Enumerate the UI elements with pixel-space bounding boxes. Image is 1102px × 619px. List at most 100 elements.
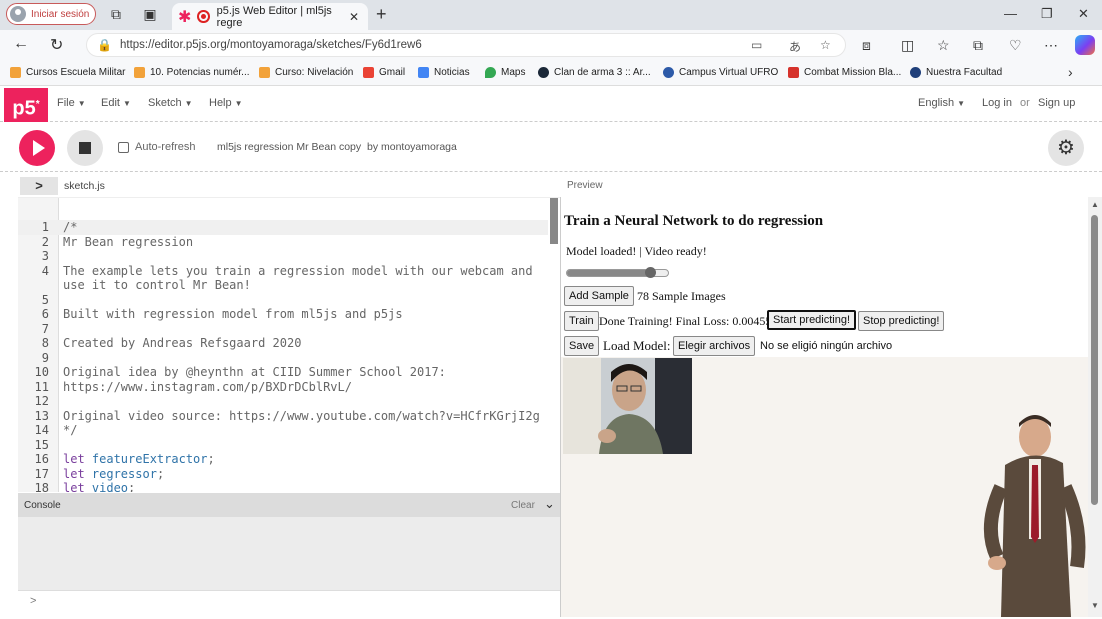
menu-sketch[interactable]: Sketch ▼ — [148, 97, 193, 109]
file-tab-sketch-js[interactable]: sketch.js — [64, 180, 105, 192]
chevron-down-icon[interactable]: ⌄ — [544, 496, 555, 512]
code-line[interactable]: 2 Mr Bean regression — [18, 235, 548, 250]
console-input[interactable]: > — [18, 590, 560, 612]
code-line[interactable]: 6 Built with regression model from ml5js … — [18, 307, 548, 322]
url-field[interactable]: 🔒 https://editor.p5js.org/montoyamoraga/… — [86, 33, 846, 57]
copilot-icon[interactable] — [1075, 35, 1095, 55]
scroll-up-icon[interactable]: ▲ — [1091, 200, 1099, 209]
sketch-author: by montoyamoraga — [366, 141, 457, 153]
bookmark-item[interactable]: Maps — [485, 67, 525, 78]
preview-scrollbar[interactable]: ▲ ▼ — [1088, 197, 1102, 617]
camera-icon[interactable]: ▭ — [751, 38, 762, 52]
avatar-icon — [10, 6, 26, 22]
code-line[interactable]: 3 — [18, 249, 548, 264]
tab-actions-icon[interactable]: ▣ — [142, 6, 158, 22]
menu-file[interactable]: File ▼ — [57, 97, 86, 109]
train-button[interactable]: Train — [564, 311, 599, 331]
code-line[interactable]: 1 /* — [18, 220, 548, 235]
caret-down-icon: ▼ — [957, 99, 965, 108]
code-line[interactable]: 13 Original video source: https://www.you… — [18, 409, 548, 424]
profile-button[interactable]: Iniciar sesión — [6, 3, 96, 25]
menu-help[interactable]: Help ▼ — [209, 97, 243, 109]
expand-sidebar-button[interactable]: > — [20, 177, 58, 195]
code-text: Mr Bean regression — [63, 234, 194, 249]
console-clear-button[interactable]: Clear — [511, 500, 535, 511]
bookmark-item[interactable]: Clan de arma 3 :: Ar... — [538, 67, 651, 78]
code-line[interactable]: 8 Created by Andreas Refsgaard 2020 — [18, 336, 548, 351]
code-line[interactable]: 4 The example lets you train a regression… — [18, 264, 548, 279]
code-text: */ — [63, 423, 78, 437]
code-line[interactable]: 9 — [18, 351, 548, 366]
scrollbar-thumb[interactable] — [1091, 215, 1098, 505]
identifier-token: video — [91, 481, 129, 492]
add-sample-button[interactable]: Add Sample — [564, 286, 634, 306]
p5-logo[interactable]: p5* — [4, 88, 48, 122]
bookmark-item[interactable]: 10. Potencias numér... — [134, 67, 250, 78]
scroll-down-icon[interactable]: ▼ — [1091, 601, 1099, 610]
combat-mission-icon — [788, 67, 799, 78]
login-link[interactable]: Log in — [982, 97, 1012, 109]
profile-label: Iniciar sesión — [31, 8, 90, 20]
preview-label: Preview — [567, 180, 603, 191]
read-aloud-icon[interactable]: あ — [789, 38, 801, 55]
code-line[interactable]: use it to control Mr Bean! — [18, 278, 548, 293]
menu-edit[interactable]: Edit ▼ — [101, 97, 131, 109]
refresh-icon[interactable]: ↻ — [50, 35, 63, 55]
choose-files-button[interactable]: Elegir archivos — [673, 336, 756, 356]
code-line[interactable]: 12 — [18, 394, 548, 409]
code-line[interactable]: 17 let regressor; — [18, 467, 548, 482]
chevron-right-icon[interactable]: › — [1068, 64, 1073, 80]
bookmark-item[interactable]: Noticias — [418, 67, 470, 78]
browser-tab-active[interactable]: ✱ p5.js Web Editor | ml5js regre ✕ — [172, 3, 368, 30]
signup-link[interactable]: Sign up — [1038, 97, 1075, 109]
stop-predicting-button[interactable]: Stop predicting! — [858, 311, 945, 331]
bookmark-item[interactable]: Gmail — [363, 67, 405, 78]
page-title: Train a Neural Network to do regression — [564, 213, 824, 229]
bookmark-icon — [10, 67, 21, 78]
code-line[interactable]: 11 https://www.instagram.com/p/BXDrDCblRv… — [18, 380, 548, 395]
code-line[interactable]: 16 let featureExtractor; — [18, 452, 548, 467]
stop-button[interactable] — [67, 130, 103, 166]
start-predicting-button[interactable]: Start predicting! — [767, 310, 857, 330]
favorite-star-icon[interactable]: ☆ — [820, 38, 831, 52]
more-menu-icon[interactable]: ⋯ — [1044, 37, 1058, 54]
code-text: let video; — [63, 481, 135, 492]
bookmark-item[interactable]: Combat Mission Bla... — [788, 67, 901, 78]
back-icon[interactable]: ← — [13, 35, 29, 53]
auto-refresh-checkbox[interactable] — [118, 142, 129, 153]
bookmark-item[interactable]: Nuestra Facultad — [910, 67, 1002, 78]
save-button[interactable]: Save — [564, 336, 600, 356]
split-screen-icon[interactable]: ◫ — [901, 37, 914, 54]
settings-gear-icon[interactable]: ⚙ — [1048, 130, 1084, 166]
editor-scrollbar[interactable] — [550, 198, 558, 244]
bookmark-item[interactable]: Curso: Nivelación — [259, 67, 353, 78]
sketch-title[interactable]: ml5js regression Mr Bean copy by montoya… — [217, 141, 457, 153]
code-line[interactable]: 10 Original idea by @heynthn at CIID Summ… — [18, 365, 548, 380]
close-window-icon[interactable]: ✕ — [1078, 6, 1089, 22]
campus-icon — [663, 67, 674, 78]
favorites-icon[interactable]: ☆ — [937, 37, 950, 54]
extensions-icon[interactable]: ⧈ — [862, 37, 871, 54]
code-line[interactable]: 7 — [18, 322, 548, 337]
language-select[interactable]: English ▼ — [918, 97, 965, 109]
line-number: 17 — [34, 466, 49, 481]
restore-icon[interactable]: ❐ — [1041, 6, 1053, 22]
bookmarks-bar: Cursos Escuela Militar 10. Potencias num… — [0, 60, 1102, 86]
slider-thumb[interactable] — [644, 267, 656, 278]
code-line[interactable]: 14 */ — [18, 423, 548, 438]
minimize-icon[interactable]: — — [1004, 6, 1017, 21]
new-tab-button[interactable]: + — [376, 4, 387, 25]
code-line[interactable]: 5 — [18, 293, 548, 308]
sample-count: 78 Sample Images — [637, 289, 726, 303]
code-line[interactable]: 15 — [18, 438, 548, 453]
value-slider[interactable] — [566, 267, 669, 278]
browser-essentials-icon[interactable]: ♡ — [1009, 37, 1022, 54]
code-line[interactable]: 18 let video; — [18, 481, 548, 492]
workspaces-icon[interactable]: ⧉ — [108, 6, 124, 22]
collections-icon[interactable]: ⧉ — [973, 37, 983, 54]
bookmark-item[interactable]: Cursos Escuela Militar — [10, 67, 125, 78]
code-editor[interactable]: 1 /* 2 Mr Bean regression 3 4 The example lets… — [18, 197, 560, 492]
play-button[interactable] — [19, 130, 55, 166]
close-tab-icon[interactable]: ✕ — [349, 10, 359, 24]
bookmark-item[interactable]: Campus Virtual UFRO — [663, 67, 778, 78]
